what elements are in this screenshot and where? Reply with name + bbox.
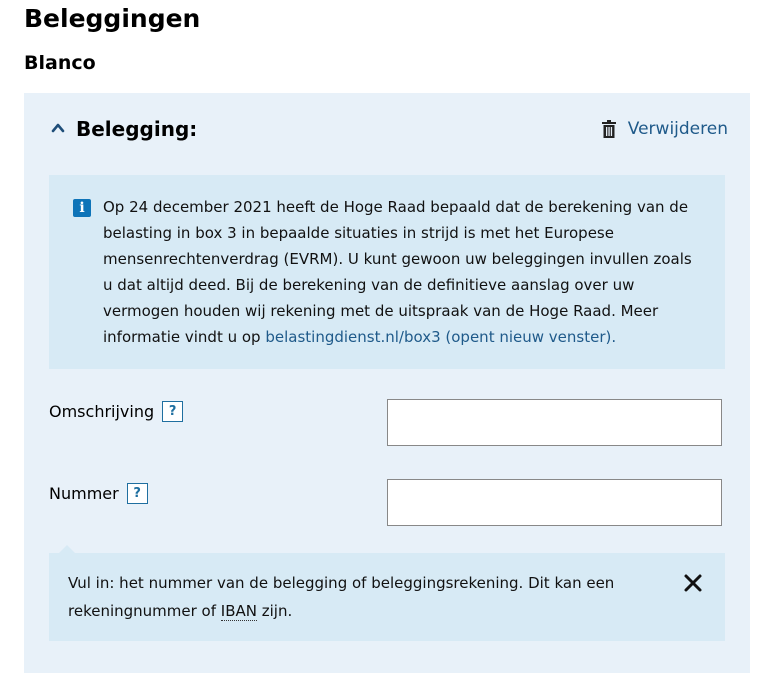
nummer-input[interactable] xyxy=(387,479,722,526)
delete-button[interactable]: Verwijderen xyxy=(601,119,728,139)
iban-abbreviation: IBAN xyxy=(220,602,257,621)
omschrijving-help-button[interactable]: ? xyxy=(162,401,184,422)
omschrijving-label: Omschrijving xyxy=(49,402,155,421)
section-title: Blanco xyxy=(24,52,96,74)
trash-icon xyxy=(601,120,616,138)
omschrijving-label-row: Omschrijving ? xyxy=(49,401,184,422)
tooltip-arrow xyxy=(59,545,75,553)
tooltip-text-before: Vul in: het nummer van de belegging of b… xyxy=(68,574,615,620)
nummer-help-tooltip: Vul in: het nummer van de belegging of b… xyxy=(49,545,725,641)
tooltip-text-after: zijn. xyxy=(256,602,293,620)
nummer-label-row: Nummer ? xyxy=(49,483,148,504)
omschrijving-input[interactable] xyxy=(387,399,722,446)
chevron-up-icon[interactable] xyxy=(50,120,66,136)
belegging-panel: Belegging: Verwijderen i Op 24 december … xyxy=(24,93,750,673)
nummer-help-button[interactable]: ? xyxy=(126,483,148,504)
panel-title: Belegging: xyxy=(76,117,198,141)
panel-header: Belegging: Verwijderen xyxy=(24,93,750,168)
info-text: Op 24 december 2021 heeft de Hoge Raad b… xyxy=(103,194,703,350)
tooltip-text: Vul in: het nummer van de belegging of b… xyxy=(68,569,628,625)
delete-label: Verwijderen xyxy=(627,119,728,139)
info-message: Op 24 december 2021 heeft de Hoge Raad b… xyxy=(103,198,692,346)
info-box: i Op 24 december 2021 heeft de Hoge Raad… xyxy=(49,175,725,369)
box3-link[interactable]: belastingdienst.nl/box3 (opent nieuw ven… xyxy=(265,328,616,346)
info-icon: i xyxy=(73,199,91,217)
page-title: Beleggingen xyxy=(24,4,201,33)
close-icon[interactable] xyxy=(683,573,703,593)
nummer-label: Nummer xyxy=(49,484,119,503)
